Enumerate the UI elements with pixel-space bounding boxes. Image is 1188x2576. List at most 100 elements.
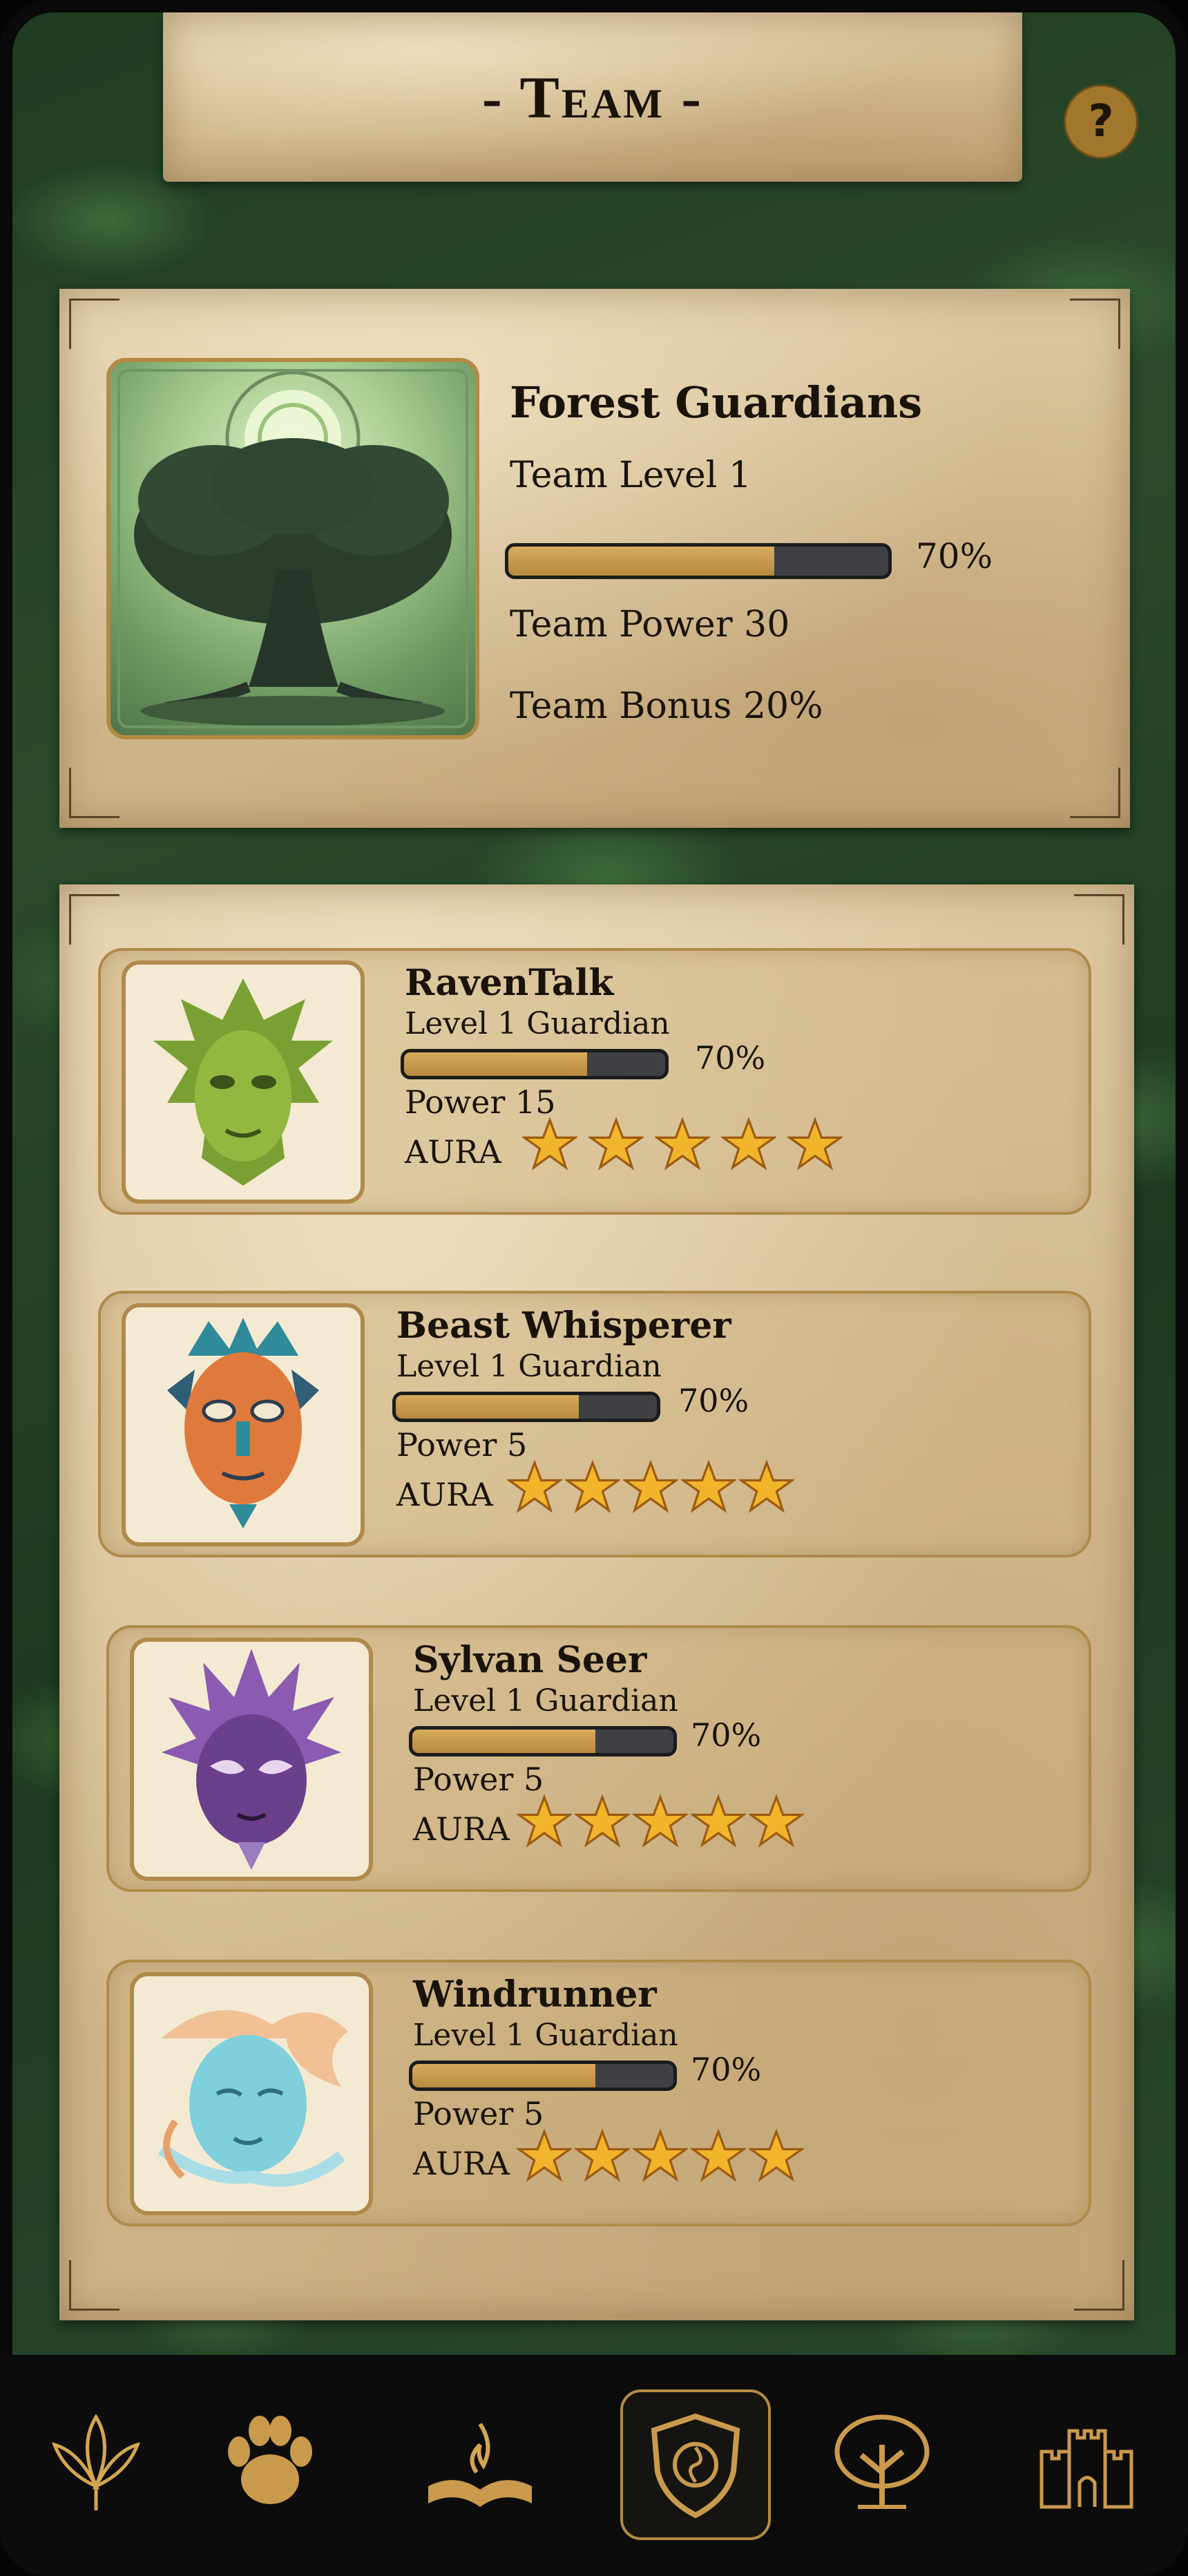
team-emblem-tree [106, 358, 479, 739]
aura-stars [507, 1459, 794, 1515]
guardian-card-sylvan-seer[interactable]: Sylvan Seer Level 1 Guardian 70% Power 5… [106, 1625, 1091, 1892]
team-bonus: Team Bonus 20% [510, 685, 823, 727]
nav-paw[interactable] [198, 2389, 343, 2535]
guardian-aura-label: AURA [413, 2145, 510, 2182]
guardian-aura-label: AURA [405, 1133, 501, 1171]
aura-star-icon [565, 1459, 620, 1513]
corner-ornament [69, 2260, 119, 2311]
lotus-icon [51, 2414, 141, 2510]
guardian-progress-bar [409, 1726, 677, 1756]
nav-team-shield[interactable] [620, 2389, 771, 2540]
book-flame-icon [428, 2423, 532, 2507]
green-leaf-mask-icon [153, 978, 333, 1186]
guardian-portrait [130, 1638, 373, 1881]
aura-star-icon [787, 1117, 843, 1171]
guardian-progress-percent: 70% [691, 1716, 762, 1754]
guardian-power: Power 5 [396, 1426, 528, 1464]
team-progress-percent: 70% [916, 536, 993, 576]
bottom-nav [0, 2355, 1188, 2576]
aura-star-icon [575, 1794, 630, 1848]
title-banner: - Team - [163, 12, 1022, 182]
guardian-progress-percent: 70% [678, 1382, 749, 1419]
aura-star-icon [522, 1117, 577, 1171]
castle-icon [1040, 2429, 1133, 2509]
guardian-power: Power 15 [405, 1083, 556, 1121]
help-icon: ? [1088, 96, 1114, 147]
guardian-aura-label: AURA [396, 1476, 493, 1513]
aura-stars [517, 1794, 804, 1849]
blue-wind-face-icon [157, 2010, 348, 2187]
corner-ornament [1074, 2260, 1124, 2311]
orange-tribal-mask-icon [167, 1318, 319, 1528]
aura-star-icon [655, 1117, 710, 1171]
nav-lotus[interactable] [23, 2389, 169, 2535]
guardian-name: RavenTalk [405, 962, 614, 1004]
guardian-aura-label: AURA [413, 1810, 510, 1848]
aura-star-icon [721, 1117, 776, 1171]
tree-icon [834, 2414, 930, 2509]
guardian-card-windrunner[interactable]: Windrunner Level 1 Guardian 70% Power 5 … [106, 1960, 1091, 2226]
phone-frame: - Team - ? Forest Guardians Team Level 1… [0, 0, 1188, 2576]
aura-star-icon [681, 1459, 736, 1513]
aura-star-icon [633, 2128, 688, 2182]
guardian-progress-fill [396, 1395, 579, 1419]
aura-star-icon [749, 1794, 804, 1848]
purple-feather-mask-icon [162, 1649, 341, 1870]
aura-star-icon [691, 1794, 746, 1848]
guardians-panel: RavenTalk Level 1 Guardian 70% Power 15 … [59, 884, 1134, 2320]
team-level: Team Level 1 [510, 455, 751, 496]
guardian-progress-bar [392, 1392, 660, 1422]
corner-ornament [1074, 894, 1124, 945]
guardian-name: Windrunner [413, 1973, 657, 2016]
guardian-progress-bar [401, 1049, 669, 1079]
guardian-progress-fill [404, 1052, 587, 1076]
corner-ornament [69, 768, 119, 818]
aura-star-icon [507, 1459, 562, 1513]
team-progress-bar [505, 543, 892, 579]
guardian-progress-fill [412, 1730, 595, 1753]
aura-star-icon [633, 1794, 688, 1848]
guardian-level: Level 1 Guardian [413, 1683, 678, 1718]
corner-ornament [1070, 768, 1120, 818]
team-progress-fill [508, 547, 774, 576]
aura-stars [522, 1117, 843, 1172]
nav-castle[interactable] [1014, 2389, 1159, 2535]
aura-star-icon [517, 1794, 572, 1848]
nav-tree[interactable] [809, 2389, 955, 2535]
aura-star-icon [691, 2128, 746, 2182]
aura-star-icon [739, 1459, 794, 1513]
guardian-level: Level 1 Guardian [413, 2018, 678, 2053]
team-name: Forest Guardians [510, 377, 923, 428]
nav-book[interactable] [408, 2389, 553, 2535]
guardian-portrait [122, 1303, 365, 1546]
shield-icon [651, 2413, 740, 2519]
aura-star-icon [623, 1459, 678, 1513]
aura-stars [517, 2128, 804, 2184]
team-card: Forest Guardians Team Level 1 70% Team P… [59, 289, 1130, 828]
corner-ornament [69, 894, 119, 945]
corner-ornament [69, 299, 119, 349]
guardian-portrait [130, 1972, 373, 2215]
guardian-level: Level 1 Guardian [405, 1006, 670, 1041]
guardian-progress-percent: 70% [691, 2051, 762, 2088]
aura-star-icon [588, 1117, 644, 1171]
guardian-card-beast-whisperer[interactable]: Beast Whisperer Level 1 Guardian 70% Pow… [98, 1291, 1091, 1557]
guardian-card-raventalk[interactable]: RavenTalk Level 1 Guardian 70% Power 15 … [98, 948, 1091, 1215]
help-button[interactable]: ? [1064, 84, 1138, 159]
page-title: - Team - [481, 64, 704, 131]
guardian-progress-fill [412, 2064, 595, 2087]
team-power: Team Power 30 [510, 604, 790, 645]
guardian-name: Sylvan Seer [413, 1639, 647, 1681]
guardian-portrait [122, 960, 365, 1204]
guardian-power: Power 5 [413, 1761, 544, 1798]
guardian-progress-bar [409, 2061, 677, 2091]
guardian-name: Beast Whisperer [396, 1305, 731, 1347]
guardian-progress-percent: 70% [695, 1039, 766, 1077]
aura-star-icon [575, 2128, 630, 2182]
aura-star-icon [517, 2128, 572, 2182]
corner-ornament [1070, 299, 1120, 349]
guardian-level: Level 1 Guardian [396, 1349, 662, 1384]
paw-icon [228, 2416, 312, 2504]
tree-of-life-icon [117, 369, 468, 728]
guardian-power: Power 5 [413, 2095, 544, 2132]
